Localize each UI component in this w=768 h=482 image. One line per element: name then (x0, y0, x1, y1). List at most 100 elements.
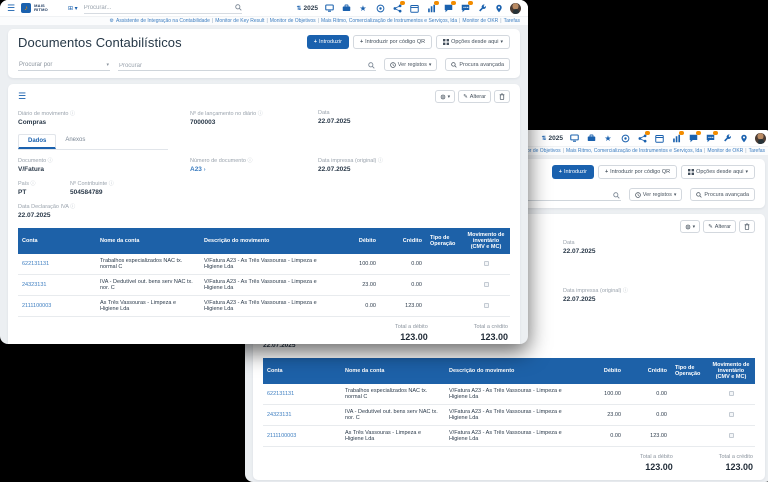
record-menu-icon[interactable]: ☰ (18, 92, 26, 101)
info-icon[interactable]: ⓘ (70, 204, 75, 210)
inventory-checkbox[interactable] (484, 303, 489, 308)
inventory-checkbox[interactable] (484, 261, 489, 266)
star-icon[interactable]: ★ (603, 133, 613, 143)
share-network-icon[interactable] (637, 133, 647, 143)
global-search-input[interactable] (84, 5, 235, 11)
topbar: ☰ ♪ MAISRITMO ⊞ ▾ ⇅ 2025 ★ (0, 0, 528, 16)
trash-icon (744, 223, 750, 230)
page-header-card: Documentos Contabilísticos + Introduzir … (8, 29, 520, 78)
ver-registos-button[interactable]: Ver registos ▾ (384, 58, 438, 71)
record-search-input[interactable] (119, 63, 368, 69)
delete-button[interactable] (494, 90, 510, 103)
field-diario: Diário de movimento ⓘ Compras (18, 110, 190, 126)
tab-dados[interactable]: Dados (18, 134, 56, 149)
brand-logo[interactable]: ♪ MAISRITMO (21, 3, 48, 13)
info-icon[interactable]: ⓘ (31, 181, 36, 187)
topbar-icons: ★ (324, 3, 504, 13)
field-numero-documento: Número de documento ⓘ A23 › (190, 157, 318, 173)
conta-link[interactable]: 2111100003 (18, 299, 96, 313)
inventory-checkbox[interactable] (484, 282, 489, 287)
apps-grid-selector[interactable]: ⊞ ▾ (68, 5, 78, 12)
introduzir-qr-button[interactable]: + Introduzir por código QR (353, 35, 432, 49)
conta-link[interactable]: 622131131 (263, 387, 341, 401)
movements-table: Conta Nome da conta Descrição do movimen… (18, 228, 510, 317)
record-options-button[interactable]: ▾ (680, 220, 701, 233)
forum-icon[interactable] (705, 133, 715, 143)
conta-link[interactable]: 24323131 (263, 408, 341, 422)
opcoes-button[interactable]: Opções desde aqui ▾ (681, 165, 755, 179)
chart-icon[interactable] (426, 3, 436, 13)
procura-avancada-button[interactable]: Procura avançada (690, 188, 755, 201)
briefcase-icon[interactable] (341, 3, 351, 13)
quicklink-okr[interactable]: Monitor de OKR (462, 18, 498, 24)
quicklink-tarefas[interactable]: Tarefas (749, 148, 765, 154)
introduzir-button[interactable]: + Introduzir (307, 35, 349, 49)
target-icon[interactable] (620, 133, 630, 143)
info-icon[interactable]: ⓘ (378, 158, 383, 164)
notification-badge (645, 131, 650, 135)
info-icon[interactable]: ⓘ (70, 111, 75, 117)
chat-bubble-icon[interactable] (688, 133, 698, 143)
inventory-checkbox[interactable] (729, 391, 734, 396)
info-icon[interactable]: ⓘ (109, 181, 114, 187)
menu-hamburger-icon[interactable]: ☰ (7, 4, 15, 13)
info-icon[interactable]: ⓘ (623, 288, 628, 294)
movements-table: Conta Nome da conta Descrição do movimen… (263, 358, 755, 447)
search-icon[interactable] (368, 62, 375, 69)
info-icon[interactable]: ⓘ (258, 111, 263, 117)
search-by-select[interactable]: Procurar por ▾ (18, 60, 110, 71)
map-pin-icon[interactable] (494, 3, 504, 13)
numero-documento-link[interactable]: A23 › (190, 166, 318, 173)
search-icon[interactable] (613, 192, 620, 199)
user-avatar[interactable] (755, 133, 766, 144)
inventory-checkbox[interactable] (729, 433, 734, 438)
calendar-icon[interactable] (654, 133, 664, 143)
wrench-icon[interactable] (722, 133, 732, 143)
alterar-button[interactable]: ✎ Alterar (703, 220, 736, 233)
quicklink-empresa[interactable]: Mais Ritmo, Comercialização de Instrumen… (321, 18, 457, 24)
quicklink-tarefas[interactable]: Tarefas (504, 18, 520, 24)
table-row: 24323131 IVA - Dedutível out. bens serv … (18, 275, 510, 296)
main-content: Documentos Contabilísticos + Introduzir … (0, 25, 528, 344)
target-icon[interactable] (375, 3, 385, 13)
wrench-icon[interactable] (477, 3, 487, 13)
introduzir-qr-button[interactable]: + Introduzir por código QR (598, 165, 677, 179)
quicklink-objetivos[interactable]: Monitor de Objetivos (270, 18, 316, 24)
year-selector[interactable]: ⇅ 2025 (542, 135, 564, 142)
delete-button[interactable] (739, 220, 755, 233)
quicklink-okr[interactable]: Monitor de OKR (707, 148, 743, 154)
quicklink-key-result[interactable]: Monitor de Key Result (215, 18, 264, 24)
conta-link[interactable]: 24323131 (18, 278, 96, 292)
conta-link[interactable]: 622131131 (18, 257, 96, 271)
tab-anexos[interactable]: Anexos (56, 134, 94, 149)
info-icon[interactable]: ⓘ (247, 158, 252, 164)
calendar-icon[interactable] (409, 3, 419, 13)
briefcase-icon[interactable] (586, 133, 596, 143)
user-avatar[interactable] (510, 3, 521, 14)
forum-icon[interactable] (460, 3, 470, 13)
quicklink-assistente[interactable]: Assistente de Integração na Contabilidad… (116, 18, 210, 24)
app-window: ☰ ♪ MAISRITMO ⊞ ▾ ⇅ 2025 ★ (0, 0, 528, 344)
pencil-icon: ✎ (463, 94, 468, 100)
total-debito: Total a débito 123.00 (395, 324, 428, 342)
year-selector[interactable]: ⇅ 2025 (297, 5, 319, 12)
monitor-icon[interactable] (324, 3, 334, 13)
quicklink-empresa[interactable]: Mais Ritmo, Comercialização de Instrumen… (566, 148, 702, 154)
share-network-icon[interactable] (392, 3, 402, 13)
conta-link[interactable]: 2111100003 (263, 429, 341, 443)
info-icon[interactable]: ⓘ (48, 158, 53, 164)
star-icon[interactable]: ★ (358, 3, 368, 13)
record-options-button[interactable]: ▾ (435, 90, 456, 103)
monitor-icon[interactable] (569, 133, 579, 143)
procura-avancada-button[interactable]: Procura avançada (445, 58, 510, 71)
map-pin-icon[interactable] (739, 133, 749, 143)
field-documento: Documento ⓘ V/Fatura (18, 157, 190, 173)
search-icon[interactable] (235, 4, 242, 11)
inventory-checkbox[interactable] (729, 412, 734, 417)
opcoes-button[interactable]: Opções desde aqui ▾ (436, 35, 510, 49)
ver-registos-button[interactable]: Ver registos ▾ (629, 188, 683, 201)
chart-icon[interactable] (671, 133, 681, 143)
chat-bubble-icon[interactable] (443, 3, 453, 13)
introduzir-button[interactable]: + Introduzir (552, 165, 594, 179)
alterar-button[interactable]: ✎ Alterar (458, 90, 491, 103)
